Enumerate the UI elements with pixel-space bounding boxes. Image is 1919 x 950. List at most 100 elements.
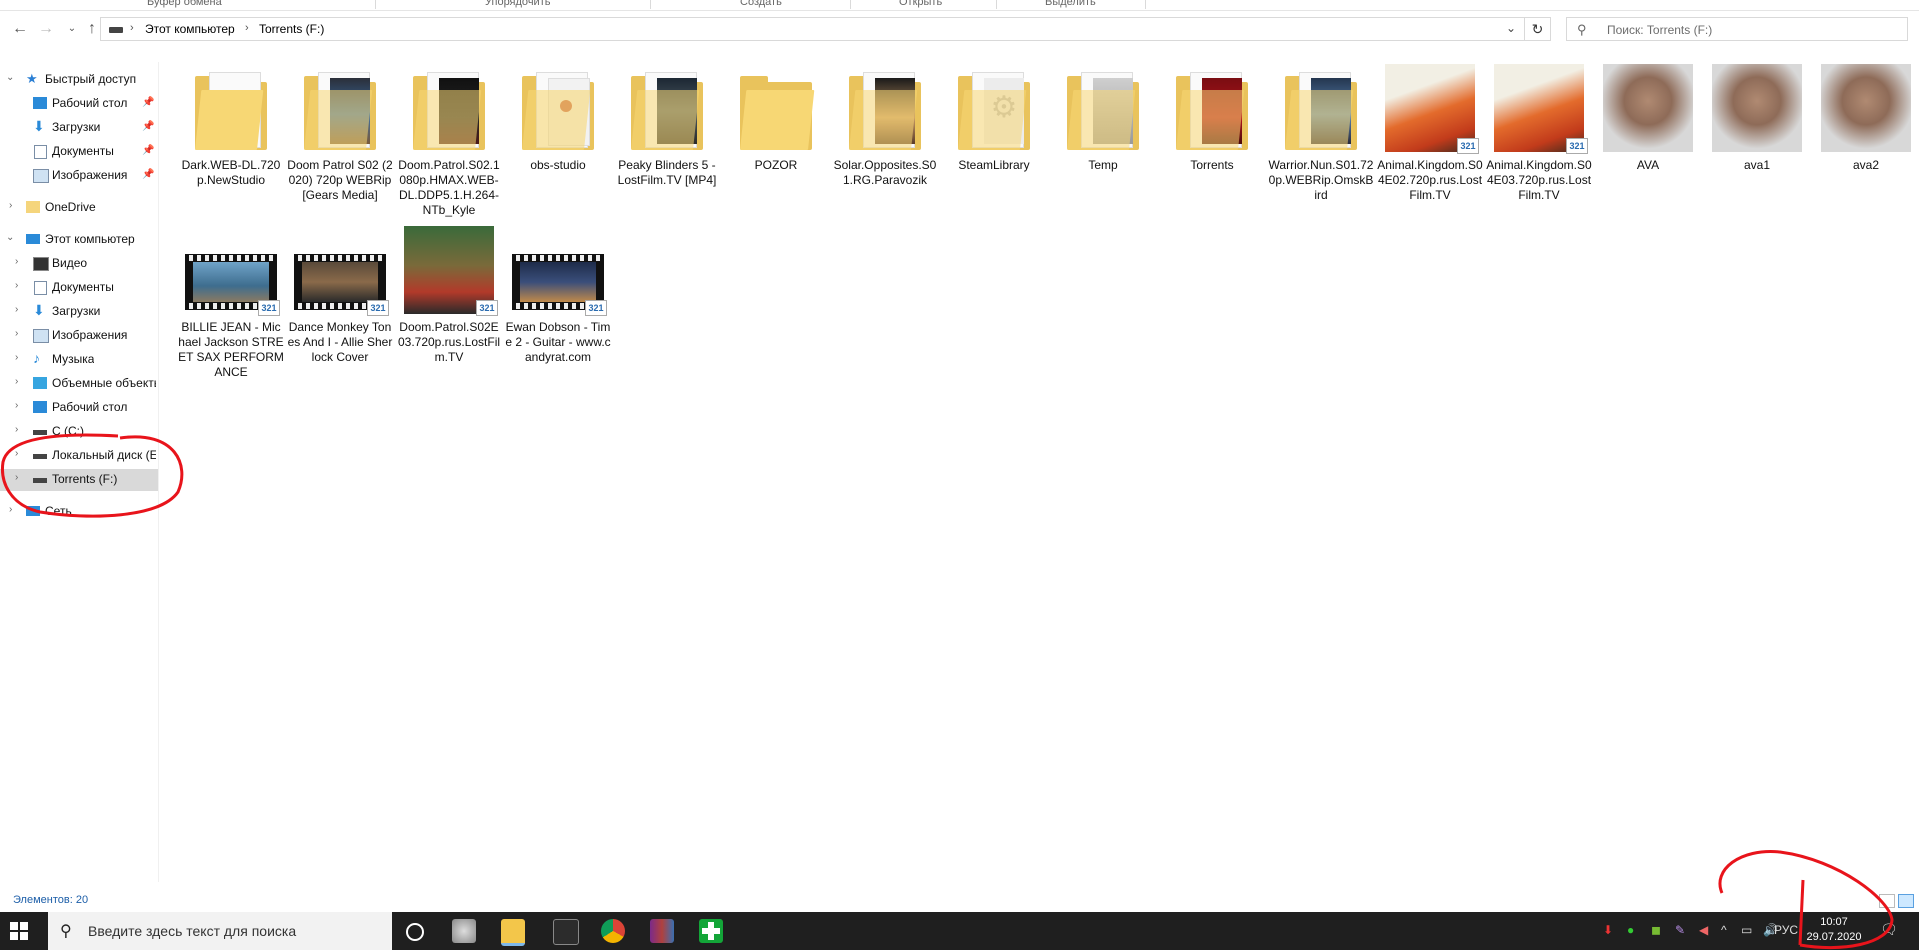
forward-arrow-icon[interactable]: → bbox=[36, 19, 56, 39]
nav-desktop[interactable]: › Рабочий стол bbox=[0, 397, 158, 419]
search-field[interactable]: ⚲ Поиск: Torrents (F:) bbox=[1566, 17, 1908, 41]
folder-icon: ⚙ bbox=[941, 60, 1047, 156]
nvidia-icon[interactable]: ◼ bbox=[1651, 923, 1661, 937]
ribbon-separator bbox=[850, 0, 851, 9]
nav-drive-c[interactable]: › C (C:) bbox=[0, 421, 158, 443]
nav-downloads-pinned[interactable]: ⬇ Загрузки 📌 bbox=[0, 117, 158, 139]
breadcrumb-this-pc[interactable]: Этот компьютер bbox=[145, 22, 235, 36]
expand-chevron-icon[interactable]: › bbox=[15, 352, 18, 363]
expand-chevron-icon[interactable]: › bbox=[9, 200, 12, 211]
expand-chevron-icon[interactable]: › bbox=[15, 472, 18, 483]
folder-item[interactable]: ⚙ SteamLibrary bbox=[941, 60, 1047, 220]
tray-overflow-icon[interactable]: ^ bbox=[1721, 923, 1727, 937]
collapse-chevron-icon[interactable]: ⌄ bbox=[6, 232, 14, 243]
collapse-chevron-icon[interactable]: ⌄ bbox=[6, 72, 14, 83]
expand-chevron-icon[interactable]: › bbox=[9, 504, 12, 515]
winrar-icon[interactable] bbox=[650, 919, 674, 943]
expand-chevron-icon[interactable]: › bbox=[15, 400, 18, 411]
folder-item[interactable]: Temp bbox=[1050, 60, 1156, 220]
language-indicator[interactable]: РУС bbox=[1774, 923, 1798, 937]
nav-drive-e[interactable]: › Локальный диск (E bbox=[0, 445, 158, 467]
tray-app-icon[interactable]: ⬇ bbox=[1603, 923, 1613, 937]
nav-videos[interactable]: › Видео bbox=[0, 253, 158, 275]
windows-start-icon[interactable] bbox=[10, 922, 28, 940]
video-file-item[interactable]: 321 Ewan Dobson - Time 2 - Guitar - www.… bbox=[505, 222, 611, 382]
video-file-item[interactable]: 321 Animal.Kingdom.S04E02.720p.rus.LostF… bbox=[1377, 60, 1483, 220]
details-view-icon[interactable] bbox=[1879, 894, 1895, 908]
folder-item[interactable]: POZOR bbox=[723, 60, 829, 220]
folder-item[interactable]: Doom Patrol S02 (2020) 720p WEBRip [Gear… bbox=[287, 60, 393, 220]
video-thumbnail: 321 bbox=[1377, 60, 1483, 156]
taskbar-search-box[interactable]: ⚲ Введите здесь текст для поиска bbox=[48, 912, 392, 950]
image-file-item[interactable]: AVA bbox=[1595, 60, 1701, 220]
folder-item[interactable]: Doom.Patrol.S02.1080p.HMAX.WEB-DL.DDP5.1… bbox=[396, 60, 502, 220]
folder-item[interactable]: Warrior.Nun.S01.720p.WEBRip.OmskBird bbox=[1268, 60, 1374, 220]
nav-label: Объемные объекты bbox=[52, 376, 156, 390]
video-thumbnail: 321 bbox=[178, 222, 284, 318]
item-count: Элементов: 20 bbox=[13, 894, 89, 906]
folder-icon bbox=[832, 60, 938, 156]
tray-app-icon[interactable]: ✎ bbox=[1675, 923, 1685, 937]
clock[interactable]: 10:07 29.07.2020 bbox=[1802, 915, 1866, 945]
expand-chevron-icon[interactable]: › bbox=[15, 448, 18, 459]
player-badge-icon: 321 bbox=[258, 300, 280, 316]
breadcrumb-separator-icon[interactable]: › bbox=[245, 22, 249, 34]
nav-drive-f[interactable]: › Torrents (F:) bbox=[0, 469, 158, 491]
folder-item[interactable]: Solar.Opposites.S01.RG.Paravozik bbox=[832, 60, 938, 220]
pictures-icon bbox=[33, 169, 49, 183]
nav-pictures-pinned[interactable]: Изображения 📌 bbox=[0, 165, 158, 187]
nav-downloads[interactable]: › ⬇ Загрузки bbox=[0, 301, 158, 323]
recent-chevron-icon[interactable]: ⌄ bbox=[62, 19, 82, 39]
tray-app-icon[interactable]: ◀ bbox=[1699, 923, 1708, 937]
expand-chevron-icon[interactable]: › bbox=[15, 256, 18, 267]
breadcrumb-separator-icon[interactable]: › bbox=[130, 22, 134, 34]
nav-label: Рабочий стол bbox=[52, 96, 128, 110]
media-player-icon[interactable] bbox=[553, 919, 579, 945]
expand-chevron-icon[interactable]: › bbox=[15, 376, 18, 387]
nav-desktop-pinned[interactable]: Рабочий стол 📌 bbox=[0, 93, 158, 115]
video-file-item[interactable]: 321 Doom.Patrol.S02E03.720p.rus.LostFilm… bbox=[396, 222, 502, 382]
folder-item[interactable]: Torrents bbox=[1159, 60, 1265, 220]
breadcrumb-torrents[interactable]: Torrents (F:) bbox=[259, 22, 324, 36]
large-icons-view-icon[interactable] bbox=[1898, 894, 1914, 908]
back-arrow-icon[interactable]: ← bbox=[10, 19, 30, 39]
expand-chevron-icon[interactable]: › bbox=[15, 424, 18, 435]
disc-app-icon[interactable] bbox=[452, 919, 476, 943]
expand-chevron-icon[interactable]: › bbox=[15, 280, 18, 291]
file-explorer-icon[interactable] bbox=[501, 919, 525, 946]
nav-documents[interactable]: › Документы bbox=[0, 277, 158, 299]
expand-chevron-icon[interactable]: › bbox=[15, 304, 18, 315]
refresh-icon[interactable]: ↻ bbox=[1524, 17, 1551, 41]
notifications-icon[interactable]: 🗨 bbox=[1880, 921, 1898, 938]
folder-item[interactable]: obs-studio bbox=[505, 60, 611, 220]
nav-documents-pinned[interactable]: Документы 📌 bbox=[0, 141, 158, 163]
address-dropdown-icon[interactable]: ⌄ bbox=[1506, 21, 1516, 35]
folder-icon bbox=[1268, 60, 1374, 156]
chrome-icon[interactable] bbox=[601, 919, 625, 943]
video-file-item[interactable]: 321 Dance Monkey Tones And I - Allie She… bbox=[287, 222, 393, 382]
cortana-icon[interactable] bbox=[406, 923, 424, 941]
address-field[interactable]: › Этот компьютер › Torrents (F:) ⌄ bbox=[100, 17, 1525, 41]
item-name: BILLIE JEAN - Michael Jackson STREET SAX… bbox=[178, 320, 284, 379]
up-arrow-icon[interactable]: ↑ bbox=[82, 19, 102, 39]
video-file-item[interactable]: 321 BILLIE JEAN - Michael Jackson STREET… bbox=[178, 222, 284, 382]
image-file-item[interactable]: ava2 bbox=[1813, 60, 1919, 220]
nav-network[interactable]: › Сеть bbox=[0, 501, 158, 523]
nav-pictures[interactable]: › Изображения bbox=[0, 325, 158, 347]
nav-quick-access[interactable]: ⌄ ★ Быстрый доступ bbox=[0, 69, 158, 91]
item-name: Torrents bbox=[1190, 158, 1234, 172]
image-thumbnail bbox=[1704, 60, 1810, 156]
network-icon[interactable]: ▭ bbox=[1741, 923, 1752, 937]
folder-item[interactable]: Dark.WEB-DL.720p.NewStudio bbox=[178, 60, 284, 220]
tray-app-icon[interactable]: ● bbox=[1627, 923, 1634, 937]
nav-onedrive[interactable]: › OneDrive bbox=[0, 197, 158, 219]
video-file-item[interactable]: 321 Animal.Kingdom.S04E03.720p.rus.LostF… bbox=[1486, 60, 1592, 220]
folder-item[interactable]: Peaky Blinders 5 - LostFilm.TV [MP4] bbox=[614, 60, 720, 220]
nav-music[interactable]: › ♪ Музыка bbox=[0, 349, 158, 371]
nav-3d-objects[interactable]: › Объемные объекты bbox=[0, 373, 158, 395]
image-file-item[interactable]: ava1 bbox=[1704, 60, 1810, 220]
nav-this-pc[interactable]: ⌄ Этот компьютер bbox=[0, 229, 158, 251]
green-cross-app-icon[interactable] bbox=[699, 919, 723, 943]
computer-icon bbox=[26, 234, 40, 244]
expand-chevron-icon[interactable]: › bbox=[15, 328, 18, 339]
